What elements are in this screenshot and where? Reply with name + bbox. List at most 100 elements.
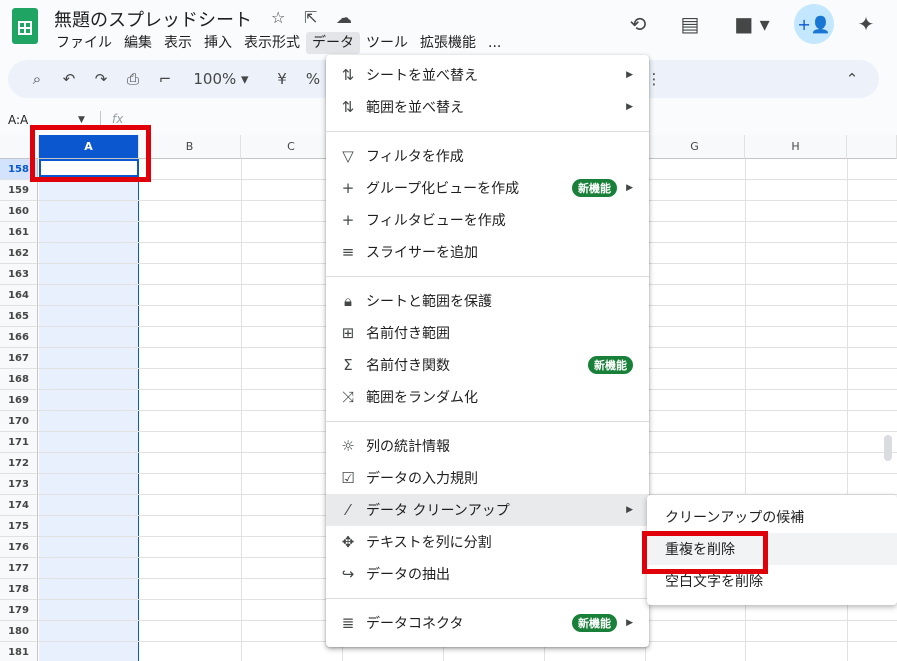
redo-icon[interactable]: ↷ [90, 67, 112, 91]
menu-tools[interactable]: ツール [360, 32, 414, 54]
menu-item-data-cleanup[interactable]: ⁄ データ クリーンアップ ▶ [326, 494, 649, 526]
zoom-select[interactable]: 100% ▾ [186, 67, 256, 91]
submenu-item-cleanup-suggestions[interactable]: クリーンアップの候補 [647, 501, 897, 533]
row-header[interactable]: 160 [0, 201, 38, 222]
menu-item-column-stats[interactable]: ☼ 列の統計情報 [326, 430, 649, 462]
menu-item-named-functions[interactable]: Σ 名前付き関数 新機能 [326, 349, 649, 381]
paint-format-icon[interactable]: ⌐ [154, 67, 176, 91]
row-header[interactable]: 171 [0, 432, 38, 453]
shuffle-icon: ⤨ [341, 388, 354, 406]
highlight-box-column-a [30, 125, 151, 182]
magic-wand-icon: ⁄ [346, 501, 350, 519]
highlight-box-remove-duplicates [642, 531, 768, 574]
menu-item-data-extraction[interactable]: ↪ データの抽出 [326, 558, 649, 590]
print-icon[interactable]: ⎙ [122, 67, 144, 91]
gemini-icon[interactable]: ✦ [852, 10, 880, 38]
document-title[interactable]: 無題のスプレッドシート [54, 6, 252, 32]
menu-item-data-validation[interactable]: ☑ データの入力規則 [326, 462, 649, 494]
row-header[interactable]: 163 [0, 264, 38, 285]
plus-icon: + [341, 211, 355, 229]
name-box[interactable]: A:A [8, 113, 28, 127]
cloud-status-icon[interactable]: ☁ [336, 8, 352, 27]
menu-item-sort-sheet[interactable]: ⇅ シートを並べ替え ▶ [326, 59, 649, 91]
move-folder-icon[interactable]: ⇱ [304, 8, 317, 27]
meet-icon[interactable]: ■ ▾ [730, 10, 774, 38]
plus-icon: + [341, 179, 355, 197]
collapse-toolbar-icon[interactable]: ⌃ [842, 67, 862, 91]
name-box-dropdown-icon[interactable]: ▼ [78, 115, 85, 125]
validation-icon: ☑ [341, 469, 355, 487]
search-icon[interactable]: ⌕ [26, 67, 48, 91]
menu-data[interactable]: データ [306, 32, 360, 54]
menu-item-group-view[interactable]: + グループ化ビューを作成 新機能 ▶ [326, 172, 649, 204]
row-header[interactable]: 181 [0, 642, 38, 661]
row-header[interactable]: 162 [0, 243, 38, 264]
column-header-g[interactable]: G [645, 135, 745, 159]
share-button[interactable]: +👤 [794, 4, 834, 44]
menu-view[interactable]: 表示 [158, 32, 198, 54]
new-badge: 新機能 [588, 356, 633, 374]
add-person-icon: +👤 [797, 14, 831, 34]
menu-insert[interactable]: 挿入 [198, 32, 238, 54]
row-header[interactable]: 168 [0, 369, 38, 390]
menu-item-randomize[interactable]: ⤨ 範囲をランダム化 [326, 381, 649, 413]
row-header[interactable]: 166 [0, 327, 38, 348]
percent-button[interactable]: % [302, 67, 324, 91]
row-header[interactable]: 164 [0, 285, 38, 306]
menu-divider [326, 421, 649, 422]
submenu-arrow-icon: ▶ [626, 70, 633, 80]
menu-divider [326, 131, 649, 132]
menu-item-create-filter[interactable]: ▽ フィルタを作成 [326, 140, 649, 172]
row-header[interactable]: 177 [0, 558, 38, 579]
column-header-next[interactable] [847, 135, 897, 159]
new-badge: 新機能 [572, 179, 617, 197]
new-badge: 新機能 [572, 614, 617, 632]
row-header[interactable]: 159 [0, 180, 38, 201]
row-header[interactable]: 172 [0, 453, 38, 474]
currency-button[interactable]: ¥ [271, 67, 293, 91]
row-header[interactable]: 167 [0, 348, 38, 369]
menu-item-sort-range[interactable]: ⇅ 範囲を並べ替え ▶ [326, 91, 649, 123]
undo-icon[interactable]: ↶ [58, 67, 80, 91]
row-header[interactable]: 165 [0, 306, 38, 327]
submenu-arrow-icon: ▶ [626, 505, 633, 515]
menu-file[interactable]: ファイル [50, 32, 118, 54]
row-header[interactable]: 169 [0, 390, 38, 411]
menu-item-named-ranges[interactable]: ⊞ 名前付き範囲 [326, 317, 649, 349]
row-header[interactable]: 161 [0, 222, 38, 243]
menu-item-filter-view[interactable]: + フィルタビューを作成 [326, 204, 649, 236]
fx-icon: fx [112, 112, 124, 126]
row-header[interactable]: 175 [0, 516, 38, 537]
row-header[interactable]: 173 [0, 474, 38, 495]
sort-icon: ⇅ [341, 66, 355, 84]
menu-edit[interactable]: 編集 [118, 32, 158, 54]
row-header[interactable]: 178 [0, 579, 38, 600]
menu-bar: ファイル 編集 表示 挿入 表示形式 データ ツール 拡張機能 ... [50, 32, 507, 54]
row-header[interactable]: 180 [0, 621, 38, 642]
submenu-arrow-icon: ▶ [626, 618, 633, 628]
menu-divider [326, 598, 649, 599]
menu-more[interactable]: ... [482, 32, 507, 54]
vertical-scrollbar[interactable] [884, 435, 892, 461]
column-header-h[interactable]: H [745, 135, 847, 159]
menu-item-split-text[interactable]: ✥ テキストを列に分割 [326, 526, 649, 558]
sigma-icon: Σ [343, 356, 353, 374]
row-header[interactable]: 179 [0, 600, 38, 621]
zoom-value: 100% [193, 70, 237, 88]
slicer-icon: ≡ [341, 243, 355, 261]
row-header[interactable]: 176 [0, 537, 38, 558]
named-range-icon: ⊞ [341, 324, 355, 342]
menu-format[interactable]: 表示形式 [238, 32, 306, 54]
comment-icon[interactable]: ▤ [676, 10, 704, 38]
menu-extensions[interactable]: 拡張機能 [414, 32, 482, 54]
row-header[interactable]: 174 [0, 495, 38, 516]
menu-item-protect[interactable]: 🔒︎ シートと範囲を保護 [326, 285, 649, 317]
row-header[interactable]: 170 [0, 411, 38, 432]
star-icon[interactable]: ☆ [271, 8, 285, 27]
menu-item-data-connectors[interactable]: ≣ データコネクタ 新機能 ▶ [326, 607, 649, 639]
history-icon[interactable]: ⟲ [624, 10, 652, 38]
sheets-logo-icon[interactable] [12, 8, 38, 44]
column-header-b[interactable]: B [139, 135, 241, 159]
filter-icon: ▽ [342, 147, 354, 165]
menu-item-add-slicer[interactable]: ≡ スライサーを追加 [326, 236, 649, 268]
